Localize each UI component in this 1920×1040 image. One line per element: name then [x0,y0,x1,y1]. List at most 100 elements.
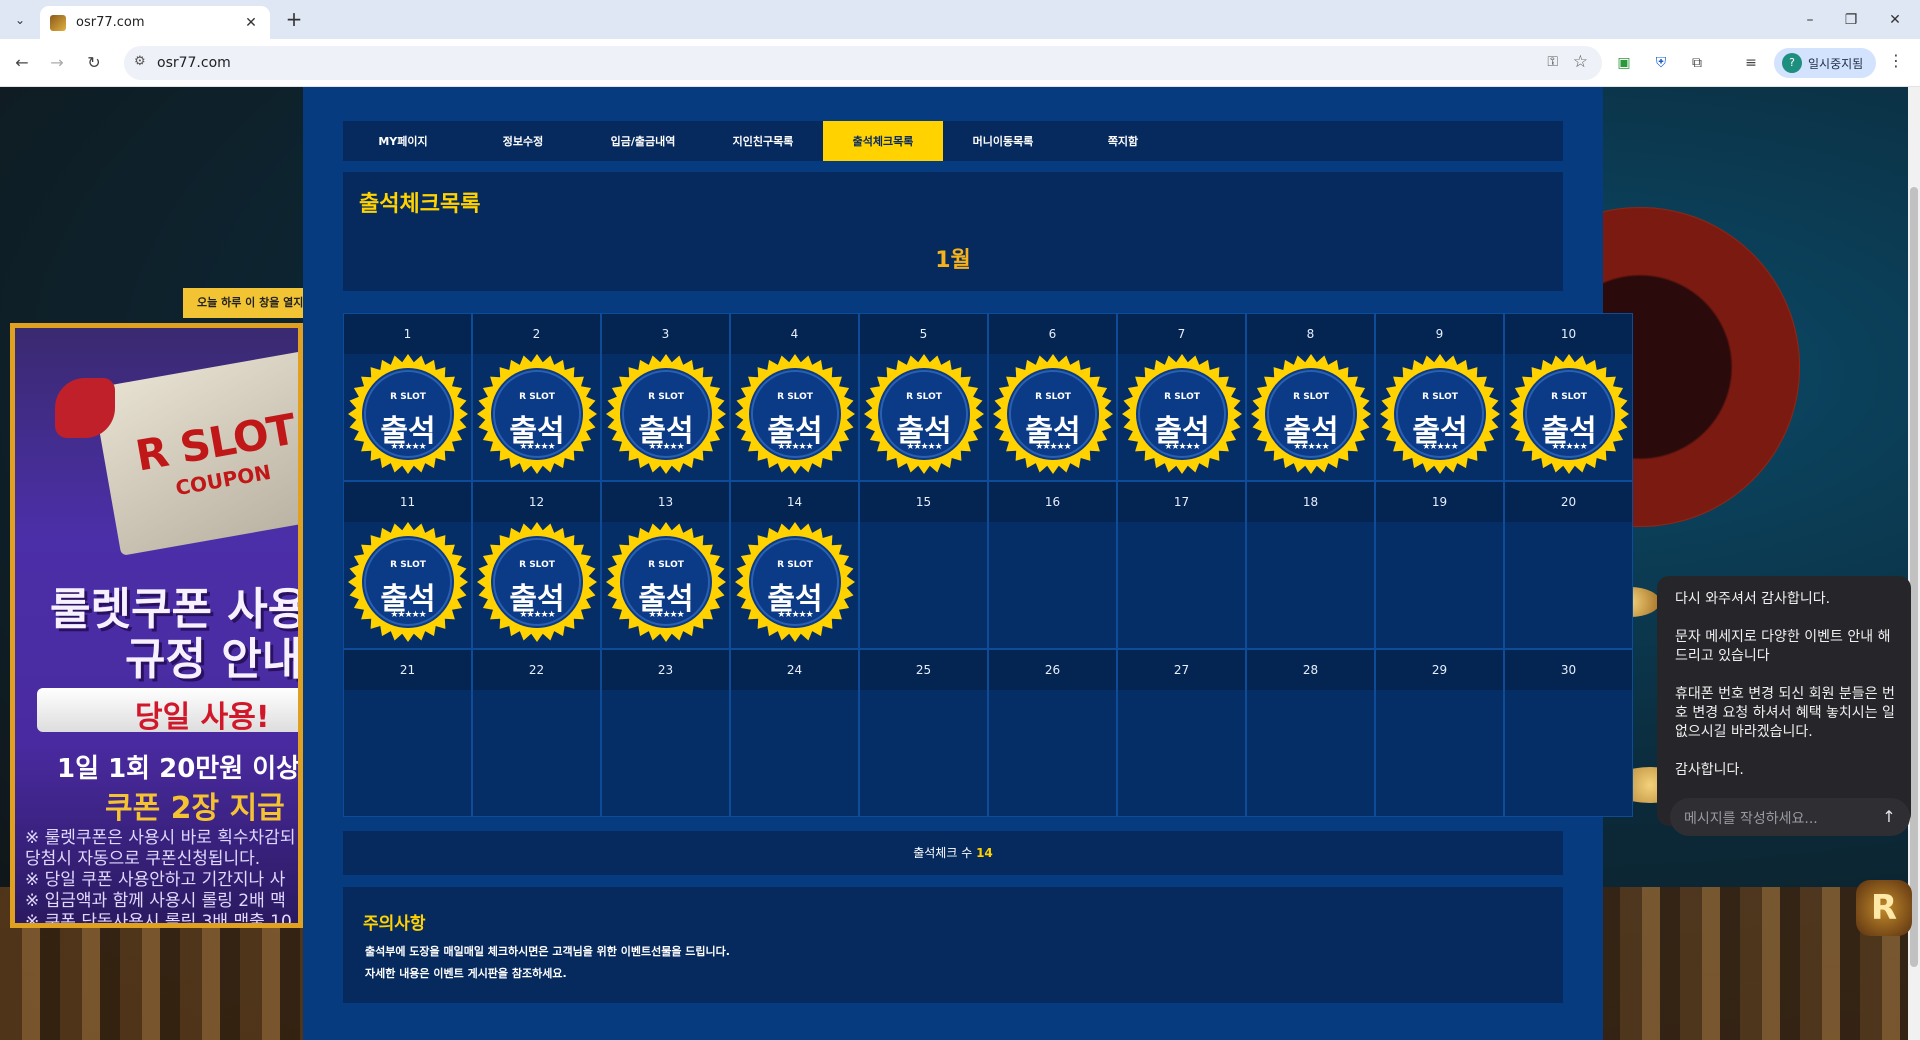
tab-item[interactable]: 지인친구목록 [703,121,823,161]
attendance-stamp-icon: R SLOT 출석 ★★★★★ [1507,352,1631,476]
profile-avatar: ? [1782,53,1802,73]
banner-line2: 쿠폰 2장 지급 [105,791,285,826]
tab-item[interactable]: 정보수정 [463,121,583,161]
mypage-tabs: MY페이지 정보수정 입금/출금내역 지인친구목록 출석체크목록 머니이동목록 쪽지함 [343,121,1563,161]
tab-item[interactable]: 출석체크목록 [823,121,943,161]
back-icon[interactable]: ← [10,51,34,75]
minimize-icon[interactable]: – [1795,8,1825,32]
tab-item[interactable]: 쪽지함 [1063,121,1183,161]
calendar-day-number: 17 [1118,482,1245,522]
tab-close-icon[interactable]: ✕ [242,15,260,31]
calendar-day-cell: 11 R SLOT 출석 ★★★★★ [343,481,472,649]
tab-title: osr77.com [76,15,145,30]
tab-item[interactable]: 머니이동목록 [943,121,1063,161]
coupon-popup-banner[interactable]: R SLOT COUPON 룰렛쿠폰 사용 규정 안내 당일 사용! 1일 1회… [10,323,303,928]
stamp-brand: R SLOT [777,560,813,570]
browser-tabstrip: ⌄ osr77.com ✕ + – ❐ ✕ [0,0,1920,39]
close-window-icon[interactable]: ✕ [1880,8,1910,32]
calendar-day-number: 1 [344,314,471,354]
browser-tab[interactable]: osr77.com ✕ [40,6,270,39]
send-arrow-icon[interactable]: ↑ [1876,804,1902,830]
popup-close-today-strip[interactable]: 오늘 하루 이 창을 열지 [183,288,303,318]
tab-item[interactable]: 입금/출금내역 [583,121,703,161]
calendar-day-cell: 30 [1504,649,1633,817]
calendar-day-number: 28 [1247,650,1374,690]
notice-box: 주의사항 출석부에 도장을 매일매일 체크하시면은 고객님을 위한 이벤트선물을… [343,887,1563,1003]
favicon-icon [50,14,66,31]
banner-note: ※ 쿠폰 단독사용시 롤링 3배 맥출 10 [25,912,292,928]
calendar-day-number: 19 [1376,482,1503,522]
calendar-day-number: 30 [1505,650,1632,690]
tab-item[interactable]: MY페이지 [343,121,463,161]
extension-shield-icon[interactable]: ⛨ [1650,52,1672,74]
notice-line: 자세한 내용은 이벤트 게시판을 참조하세요. [365,967,567,980]
attendance-count-label: 출석체크 수 [913,846,973,860]
chat-message: 다시 와주셔서 감사합니다. 문자 메세지로 다양한 이벤트 안내 해드리고 있… [1675,590,1901,780]
calendar-day-cell: 25 [859,649,988,817]
calendar-day-cell: 10 R SLOT 출석 ★★★★★ [1504,313,1633,481]
attendance-stamp-icon: R SLOT 출석 ★★★★★ [604,352,728,476]
address-bar[interactable]: ⚙ osr77.com ⚿ ☆ [124,46,1602,80]
calendar-day-number: 6 [989,314,1116,354]
stamp-brand: R SLOT [390,560,426,570]
calendar-day-number: 4 [731,314,858,354]
calendar-day-cell: 21 [343,649,472,817]
calendar-day-cell: 7R SLOT 출석 ★★★★★ [1117,313,1246,481]
calendar-day-cell: 23 [601,649,730,817]
browser-toolbar: ← → ↻ ⚙ osr77.com ⚿ ☆ ▣ ⛨ ⧉ ≡ ? 일시중지됨 ⋮ [0,39,1920,87]
calendar-day-number: 24 [731,650,858,690]
calendar-day-cell: 27 [1117,649,1246,817]
stamp-stars: ★★★★★ [1164,442,1200,452]
attendance-stamp-icon: R SLOT 출석 ★★★★★ [346,520,470,644]
restore-icon[interactable]: ❐ [1836,8,1866,32]
attendance-stamp-icon: R SLOT 출석 ★★★★★ [475,520,599,644]
profile-button[interactable]: ? 일시중지됨 [1774,48,1876,78]
calendar-day-cell: 17 [1117,481,1246,649]
calendar-day-cell: 28 [1246,649,1375,817]
media-control-icon[interactable]: ≡ [1740,52,1762,74]
tab-search-icon[interactable]: ⌄ [8,8,32,32]
address-url[interactable]: osr77.com [157,55,231,71]
attendance-stamp-icon: R SLOT 출석 ★★★★★ [475,352,599,476]
calendar-day-cell: 5R SLOT 출석 ★★★★★ [859,313,988,481]
extensions-puzzle-icon[interactable]: ⧉ [1686,52,1708,74]
attendance-stamp-icon: R SLOT 출석 ★★★★★ [991,352,1115,476]
month-label: 1월 [935,248,971,273]
browser-menu-icon[interactable]: ⋮ [1888,51,1904,70]
banner-title-line2: 규정 안내 [125,634,303,685]
attendance-count: 출석체크 수 14 [343,831,1563,875]
attendance-stamp-icon: R SLOT 출석 ★★★★★ [1378,352,1502,476]
calendar-day-number: 25 [860,650,987,690]
attendance-stamp-icon: R SLOT 출석 ★★★★★ [346,352,470,476]
stamp-brand: R SLOT [777,392,813,402]
site-info-icon[interactable]: ⚙ [134,54,146,69]
stamp-stars: ★★★★★ [519,442,555,452]
chat-line: 감사합니다. [1675,762,1744,778]
bookmark-star-icon[interactable]: ☆ [1573,52,1588,72]
calendar-day-cell: 2R SLOT 출석 ★★★★★ [472,313,601,481]
stamp-stars: ★★★★★ [390,442,426,452]
stamp-stars: ★★★★★ [906,442,942,452]
extension-green-icon[interactable]: ▣ [1613,52,1635,74]
password-key-icon[interactable]: ⚿ [1547,54,1558,70]
calendar-day-number: 26 [989,650,1116,690]
stamp-brand: R SLOT [648,392,684,402]
stamp-stars: ★★★★★ [777,610,813,620]
reload-icon[interactable]: ↻ [82,51,106,75]
stamp-stars: ★★★★★ [1293,442,1329,452]
stamp-brand: R SLOT [648,560,684,570]
chat-launcher-avatar[interactable]: R [1856,880,1912,936]
banner-note: ※ 룰렛쿠폰은 사용시 바로 획수차감되 [25,828,296,848]
calendar-day-cell: 20 [1504,481,1633,649]
chat-input[interactable]: 메시지를 작성하세요... ↑ [1670,798,1910,836]
forward-icon[interactable]: → [45,51,69,75]
chat-line: 문자 메세지로 다양한 이벤트 안내 해드리고 있습니다 [1675,629,1891,664]
calendar-day-cell: 15 [859,481,988,649]
stamp-stars: ★★★★★ [648,442,684,452]
chat-input-placeholder[interactable]: 메시지를 작성하세요... [1684,808,1818,828]
page-viewport: 오늘 하루 이 창을 열지 R SLOT COUPON 룰렛쿠폰 사용 규정 안… [0,87,1920,1040]
calendar-day-cell: 14 R SLOT 출석 ★★★★★ [730,481,859,649]
new-tab-icon[interactable]: + [282,8,306,32]
scrollbar-thumb[interactable] [1910,187,1918,967]
notice-line: 출석부에 도장을 매일매일 체크하시면은 고객님을 위한 이벤트선물을 드립니다… [365,945,730,958]
